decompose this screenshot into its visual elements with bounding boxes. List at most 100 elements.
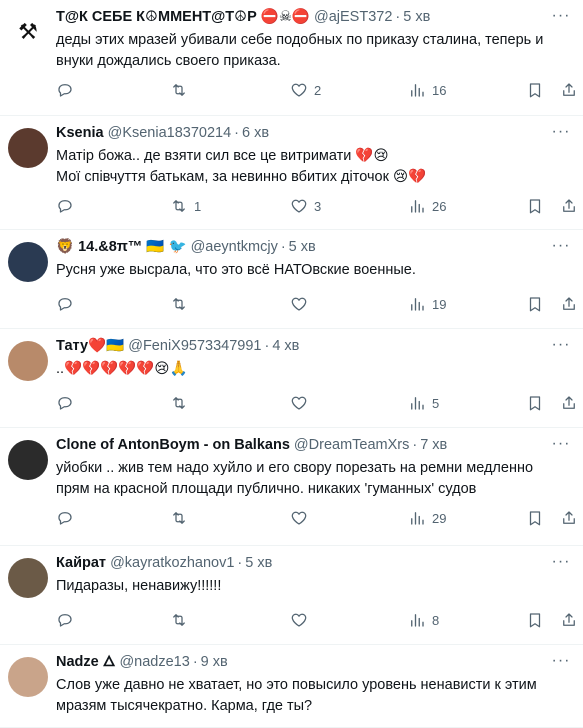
views-button[interactable]: 16 bbox=[408, 80, 446, 100]
author-handle[interactable]: @FeniX9573347991 bbox=[128, 338, 261, 354]
share-icon bbox=[563, 613, 575, 626]
author-handle[interactable]: @aeyntkmcjy bbox=[191, 239, 278, 255]
bookmark-button[interactable] bbox=[526, 393, 544, 413]
like-icon bbox=[291, 613, 307, 627]
share-button[interactable] bbox=[560, 196, 578, 216]
reply-button[interactable] bbox=[56, 80, 80, 100]
views-button[interactable]: 8 bbox=[408, 610, 439, 630]
views-icon bbox=[411, 512, 424, 525]
author-handle[interactable]: @kayratkozhanov1 bbox=[110, 555, 234, 571]
tweet-time[interactable]: 5 хв bbox=[289, 239, 316, 255]
tweet-actions: 19 bbox=[56, 294, 583, 314]
author-name[interactable]: Clone of AntonBoym - on Balkans bbox=[56, 437, 290, 453]
tweet-time[interactable]: 7 хв bbox=[420, 437, 447, 453]
tweet-actions: 8 bbox=[56, 610, 583, 630]
author-handle[interactable]: @nadze13 bbox=[119, 654, 189, 670]
views-icon bbox=[411, 397, 424, 410]
retweet-icon bbox=[173, 84, 185, 96]
reply-button[interactable] bbox=[56, 196, 80, 216]
retweet-button[interactable]: 1 bbox=[170, 196, 201, 216]
separator-dot: · bbox=[192, 654, 198, 670]
share-button[interactable] bbox=[560, 294, 578, 314]
tweet-text: Слов уже давно не хватает, но это повыси… bbox=[56, 677, 537, 714]
tweet-card[interactable]: ⚒ ··· Т@К СЕБЕ К☮ММЕНТ@Т☮Р ⛔☠⛔ @ajEST372… bbox=[0, 0, 583, 116]
author-name[interactable]: Тату❤️🇺🇦 bbox=[56, 338, 124, 354]
views-button[interactable]: 26 bbox=[408, 196, 446, 216]
like-button[interactable] bbox=[290, 508, 314, 528]
share-icon bbox=[563, 396, 575, 409]
tweet-time[interactable]: 4 хв bbox=[272, 338, 299, 354]
author-name[interactable]: Ksenia bbox=[56, 125, 104, 141]
bookmark-button[interactable] bbox=[526, 294, 544, 314]
author-handle[interactable]: @DreamTeamXrs bbox=[294, 437, 409, 453]
avatar[interactable] bbox=[8, 657, 48, 697]
author-name[interactable]: Кайрат bbox=[56, 555, 106, 571]
tweet-header: Clone of AntonBoym - on Balkans @DreamTe… bbox=[56, 436, 571, 455]
view-count: 16 bbox=[432, 82, 447, 98]
reply-button[interactable] bbox=[56, 610, 80, 630]
tweet-card[interactable]: ··· Clone of AntonBoym - on Balkans @Dre… bbox=[0, 428, 583, 546]
share-button[interactable] bbox=[560, 508, 578, 528]
tweet-text: ..💔💔💔💔💔😢🙏 bbox=[56, 361, 188, 377]
tweet-body: Clone of AntonBoym - on Balkans @DreamTe… bbox=[56, 436, 571, 500]
reply-icon bbox=[58, 200, 72, 213]
views-button[interactable]: 19 bbox=[408, 294, 446, 314]
avatar[interactable] bbox=[8, 128, 48, 168]
share-icon bbox=[563, 297, 575, 310]
separator-dot: · bbox=[264, 338, 270, 354]
author-handle[interactable]: @ajEST372 bbox=[314, 9, 392, 25]
avatar[interactable] bbox=[8, 558, 48, 598]
like-icon bbox=[291, 396, 307, 410]
views-button[interactable]: 5 bbox=[408, 393, 439, 413]
bookmark-button[interactable] bbox=[526, 196, 544, 216]
tweet-card[interactable]: ··· Ksenia @Ksenia18370214 · 6 хв Матір бо… bbox=[0, 116, 583, 230]
tweet-actions: 5 bbox=[56, 393, 583, 413]
tweet-body: Тату❤️🇺🇦 @FeniX9573347991 · 4 хв ..💔💔💔💔💔😢🙏 bbox=[56, 337, 571, 380]
retweet-button[interactable] bbox=[170, 393, 194, 413]
avatar[interactable]: ⚒ bbox=[8, 12, 48, 52]
bookmark-button[interactable] bbox=[526, 80, 544, 100]
tweet-time[interactable]: 5 хв bbox=[403, 9, 430, 25]
tweet-card[interactable]: ··· 🦁 14.&8π™ 🇺🇦 🐦 @aeyntkmcjy · 5 хв Русн… bbox=[0, 230, 583, 329]
share-button[interactable] bbox=[560, 610, 578, 630]
bookmark-button[interactable] bbox=[526, 610, 544, 630]
like-button[interactable]: 2 bbox=[290, 80, 321, 100]
tweet-header: Т@К СЕБЕ К☮ММЕНТ@Т☮Р ⛔☠⛔ @ajEST372 · 5 хв bbox=[56, 8, 571, 27]
bookmark-icon bbox=[529, 199, 541, 214]
tweet-time[interactable]: 6 хв bbox=[242, 125, 269, 141]
reply-button[interactable] bbox=[56, 508, 80, 528]
tweet-time[interactable]: 5 хв bbox=[245, 555, 272, 571]
bookmark-button[interactable] bbox=[526, 508, 544, 528]
like-button[interactable] bbox=[290, 610, 314, 630]
view-count: 26 bbox=[432, 198, 447, 214]
avatar[interactable] bbox=[8, 242, 48, 282]
avatar[interactable] bbox=[8, 440, 48, 480]
share-button[interactable] bbox=[560, 80, 578, 100]
retweet-button[interactable] bbox=[170, 508, 194, 528]
retweet-button[interactable] bbox=[170, 80, 194, 100]
tweet-text: деды этих мразей убивали себе подобных п… bbox=[56, 32, 544, 69]
reply-button[interactable] bbox=[56, 393, 80, 413]
like-icon bbox=[291, 199, 307, 213]
share-button[interactable] bbox=[560, 393, 578, 413]
author-name[interactable]: Nadze 🜂 bbox=[56, 654, 115, 670]
tweet-time[interactable]: 9 хв bbox=[201, 654, 228, 670]
reply-button[interactable] bbox=[56, 294, 80, 314]
like-button[interactable] bbox=[290, 294, 314, 314]
avatar[interactable] bbox=[8, 341, 48, 381]
tweet-card[interactable]: ··· Кайрат @kayratkozhanov1 · 5 хв Пидараз… bbox=[0, 546, 583, 645]
author-handle[interactable]: @Ksenia18370214 bbox=[108, 125, 232, 141]
like-button[interactable] bbox=[290, 393, 314, 413]
share-icon bbox=[563, 83, 575, 96]
author-name[interactable]: 🦁 14.&8π™ 🇺🇦 🐦 bbox=[56, 239, 187, 255]
views-button[interactable]: 29 bbox=[408, 508, 446, 528]
author-name[interactable]: Т@К СЕБЕ К☮ММЕНТ@Т☮Р ⛔☠⛔ bbox=[56, 9, 310, 25]
reply-icon bbox=[58, 298, 72, 311]
retweet-button[interactable] bbox=[170, 294, 194, 314]
bookmark-icon bbox=[529, 396, 541, 411]
like-button[interactable]: 3 bbox=[290, 196, 321, 216]
tweet-card[interactable]: ··· Тату❤️🇺🇦 @FeniX9573347991 · 4 хв ..💔💔💔… bbox=[0, 329, 583, 428]
tweet-card[interactable]: ··· Nadze 🜂 @nadze13 · 9 хв Слов уже давно… bbox=[0, 645, 583, 728]
avatar-icon bbox=[8, 128, 48, 168]
retweet-button[interactable] bbox=[170, 610, 194, 630]
